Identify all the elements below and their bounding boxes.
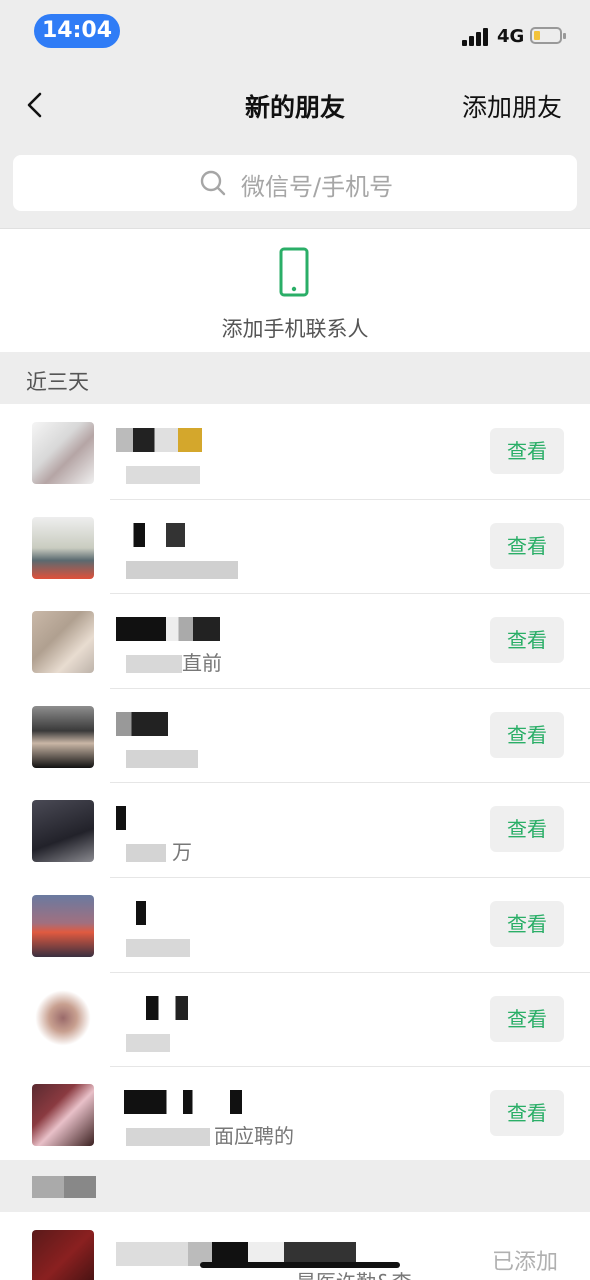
avatar (32, 422, 94, 484)
view-button[interactable]: 查看 (490, 1090, 564, 1137)
message-text: 面应聘的 (214, 1124, 294, 1149)
message-text: 是医许勤&李 (296, 1266, 412, 1280)
avatar (32, 800, 94, 863)
view-button[interactable]: 查看 (490, 522, 564, 569)
message-redacted (126, 466, 200, 484)
name-redacted (146, 995, 188, 1020)
name-redacted (116, 428, 202, 452)
avatar (32, 1230, 94, 1280)
list-item[interactable]: 面应聘的 查看 (0, 1066, 590, 1161)
view-button[interactable]: 查看 (490, 806, 564, 853)
avatar (32, 894, 94, 957)
status-time: 14:04 (34, 14, 120, 48)
section-header-redacted (32, 1176, 96, 1198)
name-redacted (116, 522, 212, 547)
name-redacted (116, 806, 126, 831)
nav-bar: 新的朋友 添加朋友 (0, 64, 590, 148)
home-indicator[interactable] (200, 1262, 400, 1268)
name-redacted (124, 1090, 242, 1115)
phone-icon (279, 247, 309, 297)
added-status: 已添加 (491, 1250, 558, 1275)
message-redacted (126, 1033, 170, 1052)
list-item[interactable]: 万 查看 (0, 782, 590, 877)
add-phone-contacts-label: 添加手机联系人 (221, 317, 369, 341)
list-item[interactable]: 查看 (0, 498, 590, 594)
view-button[interactable]: 查看 (490, 711, 564, 758)
message-redacted (126, 560, 238, 579)
search-placeholder: 微信号/手机号 (241, 173, 394, 201)
avatar (32, 705, 94, 768)
message-redacted (126, 655, 182, 674)
search-icon (200, 170, 226, 196)
name-redacted (116, 711, 168, 736)
view-button[interactable]: 查看 (490, 617, 564, 664)
name-redacted (116, 617, 220, 642)
message-redacted (126, 938, 190, 957)
search-input[interactable]: 微信号/手机号 (13, 155, 577, 211)
network-type: 4G (497, 26, 525, 47)
avatar (32, 611, 94, 674)
message-text: 直前 (182, 651, 222, 676)
section-header: 近三天 (0, 352, 590, 404)
status-bar: 14:04 4G (0, 0, 590, 64)
message-redacted (126, 1128, 210, 1147)
avatar (32, 516, 94, 579)
avatar (32, 1084, 94, 1147)
view-button[interactable]: 查看 (490, 995, 564, 1042)
signal-icon (462, 28, 492, 46)
list-item[interactable]: 查看 (0, 687, 590, 783)
list-item[interactable]: 查看 (0, 971, 590, 1067)
name-redacted (136, 900, 146, 925)
add-friend-button[interactable]: 添加朋友 (462, 88, 562, 124)
message-redacted (126, 844, 166, 863)
avatar (32, 989, 94, 1052)
friend-request-list: 查看 查看 直前 查看 查看 万 查看 查看 查看 面应聘的 查看 (0, 404, 590, 1161)
battery-icon (530, 27, 566, 44)
list-item[interactable]: 是医许勤&李 已添加 (0, 1212, 590, 1280)
section-divider (0, 1160, 590, 1212)
list-item[interactable]: 直前 查看 (0, 593, 590, 688)
add-phone-contacts[interactable]: 添加手机联系人 (0, 228, 590, 352)
section-header-label: 近三天 (26, 370, 89, 394)
list-item[interactable]: 查看 (0, 404, 590, 499)
view-button[interactable]: 查看 (490, 428, 564, 474)
list-item[interactable]: 查看 (0, 876, 590, 972)
view-button[interactable]: 查看 (490, 900, 564, 947)
message-text: 万 (172, 840, 192, 865)
message-redacted (126, 749, 198, 768)
